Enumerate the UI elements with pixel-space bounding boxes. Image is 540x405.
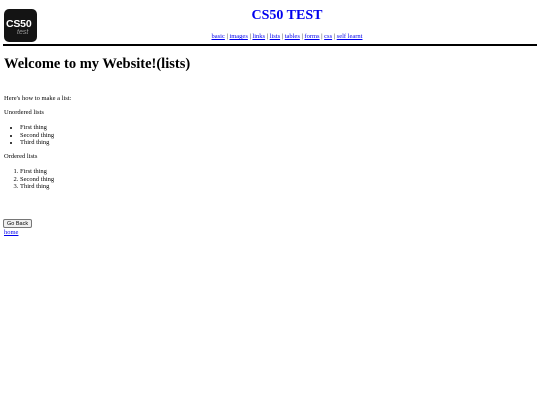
list-item: First thing: [20, 168, 54, 176]
nav-link-links[interactable]: links: [252, 33, 265, 40]
nav-link-forms[interactable]: forms: [304, 33, 319, 40]
site-title: CS50 TEST: [251, 8, 323, 23]
unordered-label: Unordered lists: [4, 109, 44, 116]
ordered-list: First thing Second thing Third thing: [4, 168, 54, 191]
go-back-button[interactable]: Go Back: [3, 219, 33, 228]
top-nav: basic | images | links | lists | tables …: [211, 33, 363, 40]
list-item: Second thing: [20, 132, 54, 140]
nav-link-tables[interactable]: tables: [285, 33, 300, 40]
home-link[interactable]: home: [4, 229, 18, 236]
page-heading: Welcome to my Website!(lists): [4, 56, 191, 72]
nav-link-images[interactable]: images: [229, 33, 247, 40]
unordered-list: First thing Second thing Third thing: [4, 124, 54, 147]
list-item: Third thing: [20, 183, 54, 191]
header-divider: [3, 44, 537, 46]
list-item: First thing: [20, 124, 54, 132]
ordered-label: Ordered lists: [4, 153, 38, 160]
intro-text: Here's how to make a list:: [4, 95, 72, 102]
nav-link-css[interactable]: css: [324, 33, 332, 40]
nav-link-self-learnt[interactable]: self learnt: [337, 33, 363, 40]
nav-link-lists[interactable]: lists: [270, 33, 280, 40]
nav-link-basic[interactable]: basic: [212, 33, 225, 40]
list-item: Third thing: [20, 139, 54, 147]
list-item: Second thing: [20, 176, 54, 184]
